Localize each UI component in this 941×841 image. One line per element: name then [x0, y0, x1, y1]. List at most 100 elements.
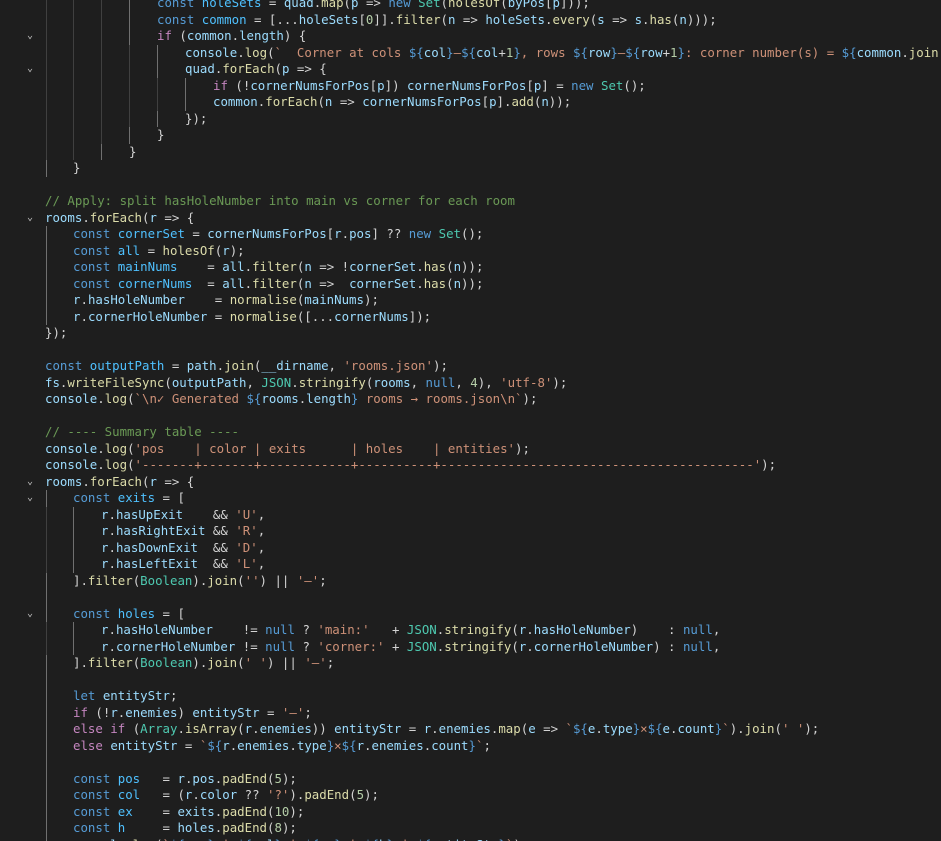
code-line[interactable]: const holeSets = quad.map(p => new Set(h… — [0, 0, 941, 12]
code-line[interactable]: ⌄ quad.forEach(p => { — [0, 61, 941, 78]
code-line[interactable]: r.hasHoleNumber != null ? 'main:' + JSON… — [0, 622, 941, 639]
indent-guide — [46, 0, 47, 12]
code-line[interactable]: else if (Array.isArray(r.enemies)) entit… — [0, 721, 941, 738]
code-line[interactable]: r.cornerHoleNumber != null ? 'corner:' +… — [0, 638, 941, 655]
code-line[interactable]: ⌄ const exits = [ — [0, 490, 941, 507]
code-token: entityStr — [110, 737, 178, 753]
code-editor[interactable]: const holeSets = quad.map(p => new Set(h… — [0, 0, 941, 841]
indent-guide — [46, 820, 47, 837]
code-token: ex — [319, 837, 334, 841]
code-line[interactable]: console.log('pos | color | exits | holes… — [0, 441, 941, 458]
indent-guide — [46, 490, 47, 507]
code-line[interactable]: ].filter(Boolean).join('') || '—'; — [0, 572, 941, 589]
code-line[interactable]: } — [0, 160, 941, 177]
code-token: // Apply: split hasHoleNumber into main … — [45, 193, 515, 208]
code-line[interactable]: ⌄ const holes = [ — [0, 605, 941, 623]
code-line[interactable]: ⌄ rooms.forEach(r => { — [0, 474, 941, 491]
code-line[interactable] — [0, 589, 941, 606]
chevron-down-icon[interactable]: ⌄ — [24, 474, 36, 491]
code-line[interactable]: ].filter(Boolean).join(' ') || '—'; — [0, 655, 941, 672]
code-text: ].filter(Boolean).join(' ') || '—'; — [73, 655, 334, 672]
indent-guide — [157, 44, 158, 61]
code-line[interactable]: if (!r.enemies) entityStr = '—'; — [0, 704, 941, 721]
code-token: holes — [177, 820, 215, 835]
indent-guide — [129, 110, 130, 127]
code-text: const outputPath = path.join(__dirname, … — [45, 358, 448, 375]
code-line[interactable]: let entityStr; — [0, 688, 941, 705]
chevron-down-icon[interactable]: ⌄ — [24, 61, 36, 78]
code-line[interactable]: else entityStr = `${r.enemies.type}×${r.… — [0, 737, 941, 754]
code-line[interactable]: const all = holesOf(r); — [0, 242, 941, 259]
code-token: enemies — [371, 737, 424, 753]
code-token: (); — [461, 226, 484, 241]
code-line[interactable]: r.hasUpExit && 'U', — [0, 506, 941, 523]
indent-guide — [101, 28, 102, 45]
code-line[interactable]: r.hasLeftExit && 'L', — [0, 556, 941, 573]
code-line[interactable]: const cornerSet = cornerNumsForPos[r.pos… — [0, 226, 941, 243]
code-line[interactable] — [0, 408, 941, 425]
code-token: [ — [526, 77, 534, 93]
code-line[interactable]: const h = holes.padEnd(8); — [0, 820, 941, 837]
code-token: hasHoleNumber — [115, 622, 213, 637]
code-line[interactable] — [0, 342, 941, 359]
code-line[interactable]: ⌄ rooms.forEach(r => { — [0, 210, 941, 227]
indent-guide — [46, 226, 47, 243]
code-line[interactable]: console.log(`\n✓ Generated ${rooms.lengt… — [0, 391, 941, 408]
code-line[interactable]: console.log('-------+-------+-----------… — [0, 457, 941, 474]
code-line[interactable]: r.hasDownExit && 'D', — [0, 539, 941, 556]
chevron-down-icon[interactable]: ⌄ — [24, 210, 36, 227]
code-token: 1 — [670, 44, 678, 60]
chevron-down-icon[interactable]: ⌄ — [24, 490, 36, 507]
code-line[interactable]: } — [0, 143, 941, 160]
code-line[interactable]: r.hasHoleNumber = normalise(mainNums); — [0, 292, 941, 309]
code-line[interactable] — [0, 754, 941, 771]
code-line[interactable]: }); — [0, 110, 941, 127]
code-text: let entityStr; — [73, 688, 177, 705]
code-token: null — [682, 622, 713, 637]
code-token: = — [259, 704, 282, 720]
code-token: cornerNums — [117, 275, 193, 291]
code-line[interactable]: const common = [...holeSets[0]].filter(n… — [0, 11, 941, 28]
code-line[interactable]: const pos = r.pos.padEnd(5); — [0, 770, 941, 787]
code-token: Set — [418, 0, 441, 10]
code-token: pos — [117, 770, 141, 786]
code-token: quad — [185, 61, 215, 76]
code-token: path — [186, 358, 217, 373]
chevron-down-icon[interactable]: ⌄ — [24, 606, 36, 623]
indent-guide — [129, 94, 130, 111]
code-line[interactable]: const cornerNums = all.filter(n => corne… — [0, 275, 941, 292]
code-token: . — [341, 226, 350, 241]
code-token: ( — [164, 374, 172, 390]
code-line[interactable] — [0, 177, 941, 194]
code-token: hasRightExit — [115, 523, 206, 538]
code-line[interactable]: common.forEach(n => cornerNumsForPos[p].… — [0, 94, 941, 111]
chevron-down-icon[interactable]: ⌄ — [24, 28, 36, 45]
code-line[interactable]: const mainNums = all.filter(n => !corner… — [0, 259, 941, 276]
code-line[interactable]: ⌄ if (common.length) { — [0, 28, 941, 45]
code-token: ); — [804, 721, 820, 736]
code-token: padEnd — [222, 803, 267, 819]
code-token: console — [185, 44, 238, 60]
code-line[interactable]: r.cornerHoleNumber = normalise([...corne… — [0, 308, 941, 325]
code-line[interactable]: const ex = exits.padEnd(10); — [0, 803, 941, 820]
code-line[interactable]: // Apply: split hasHoleNumber into main … — [0, 193, 941, 210]
code-token: 8 — [274, 820, 282, 835]
code-line[interactable]: // ---- Summary table ---- — [0, 424, 941, 441]
code-line[interactable]: if (!cornerNumsForPos[p]) cornerNumsForP… — [0, 77, 941, 94]
code-token: = — [207, 308, 230, 324]
code-line[interactable]: } — [0, 127, 941, 144]
indent-guide — [46, 539, 47, 556]
code-line[interactable]: r.hasRightExit && 'R', — [0, 523, 941, 540]
code-line[interactable]: console.log(`${pos} | ${col} | ${ex} | $… — [0, 836, 941, 841]
code-line[interactable]: console.log(` Corner at cols ${col}–${co… — [0, 44, 941, 61]
code-line[interactable]: const col = (r.color ?? '?').padEnd(5); — [0, 787, 941, 804]
code-token: row — [587, 44, 611, 60]
code-token: , — [455, 374, 471, 390]
code-line[interactable]: fs.writeFileSync(outputPath, JSON.string… — [0, 375, 941, 392]
code-token: ?? — [237, 787, 268, 802]
code-line[interactable]: const outputPath = path.join(__dirname, … — [0, 358, 941, 375]
code-token: padEnd — [222, 820, 267, 835]
code-line[interactable]: }); — [0, 325, 941, 342]
code-line[interactable] — [0, 671, 941, 688]
code-token: ]) — [384, 77, 407, 93]
